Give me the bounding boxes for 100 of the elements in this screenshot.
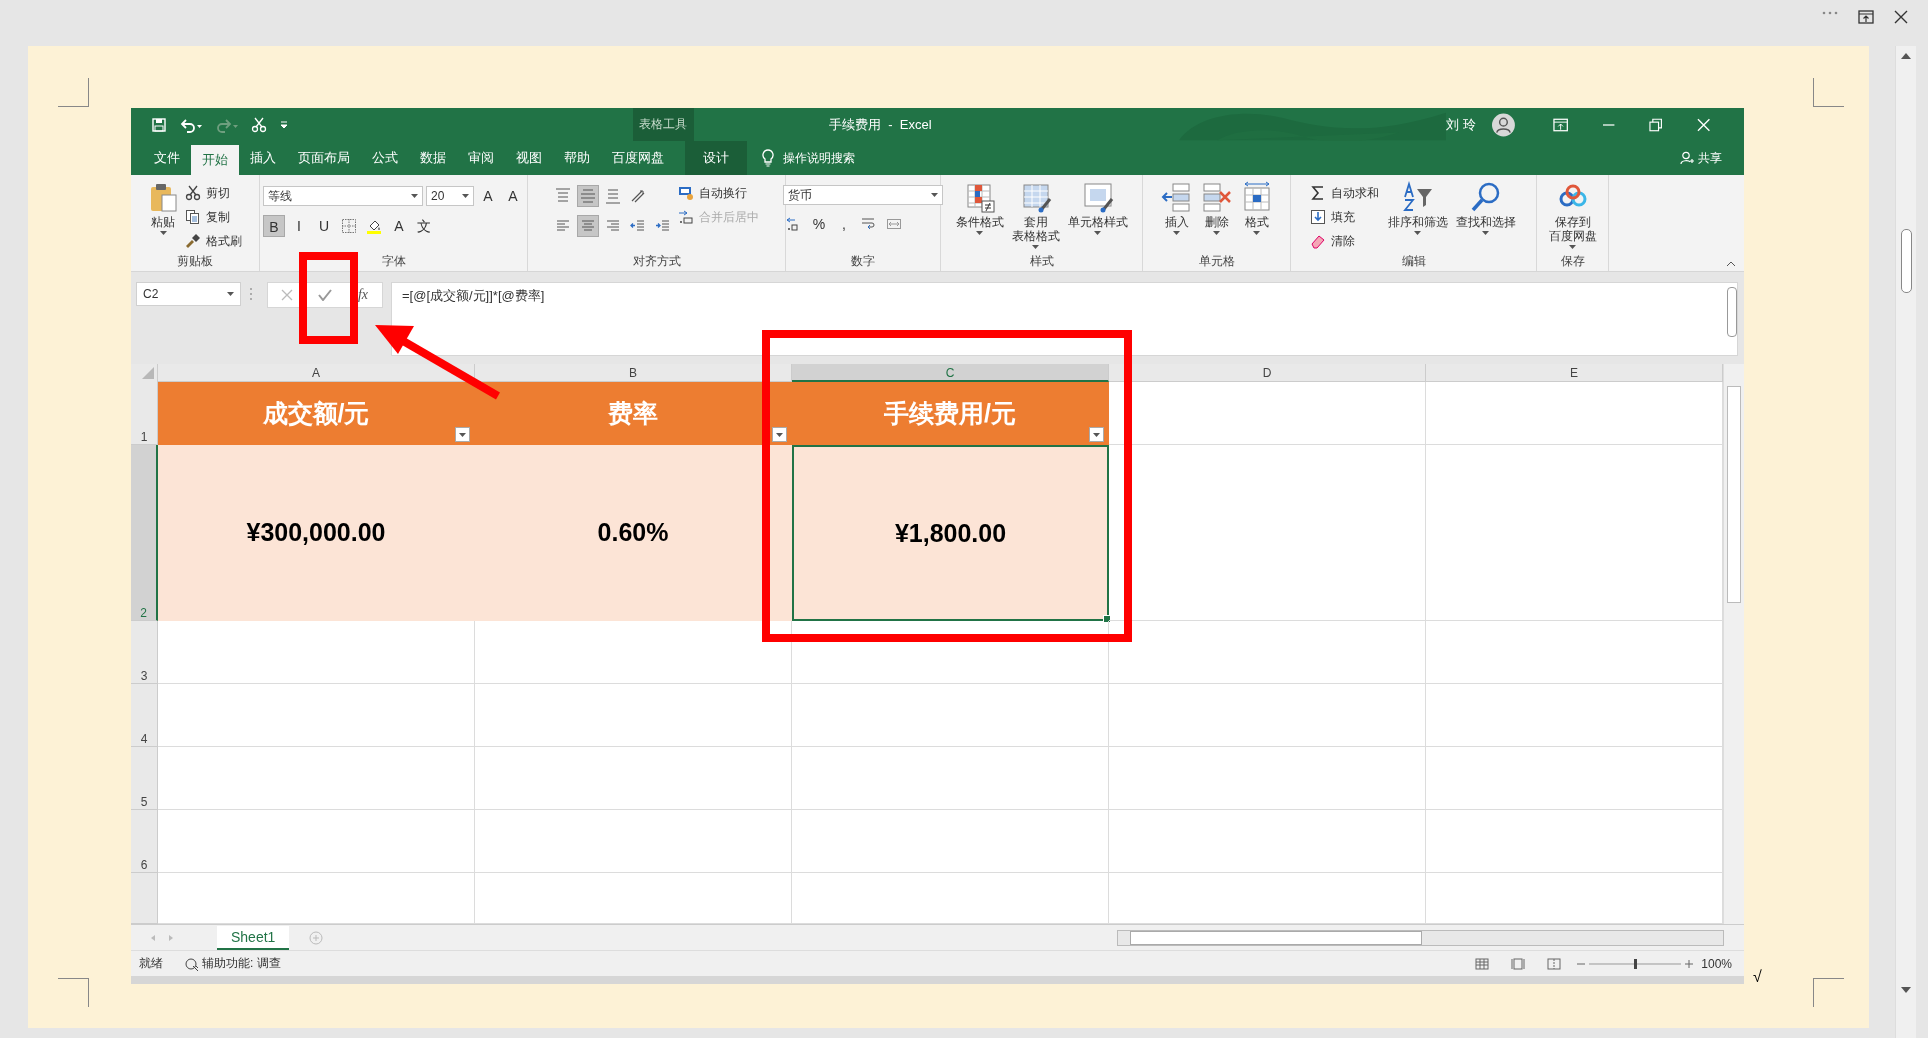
table-cell[interactable]: ¥1,800.00 [792, 445, 1109, 621]
scrollbar-thumb[interactable] [1727, 386, 1741, 603]
ribbon-button[interactable]: 查找和选择 [1453, 179, 1518, 253]
filter-button[interactable] [772, 427, 787, 442]
ribbon-tab[interactable]: 公式 [361, 141, 409, 175]
row-header[interactable]: 5 [131, 747, 158, 810]
table-cell[interactable] [1109, 445, 1426, 621]
ribbon-button[interactable]: 条件格式 [953, 179, 1006, 253]
scrollbar-thumb[interactable] [1900, 229, 1912, 293]
row-header[interactable]: 1 [131, 382, 158, 445]
table-cell[interactable] [792, 684, 1109, 747]
scrollbar[interactable] [1117, 929, 1724, 946]
ribbon-tab[interactable]: 文件 [143, 141, 191, 175]
slider-thumb[interactable] [1633, 958, 1637, 969]
ribbon-button[interactable]: 自动求和 [1309, 183, 1382, 203]
table-cell[interactable] [475, 747, 792, 810]
column-header[interactable]: C [792, 364, 1109, 382]
row-header[interactable]: 3 [131, 621, 158, 684]
save-icon[interactable] [151, 116, 167, 133]
table-cell[interactable] [1109, 621, 1426, 684]
normal-view-icon[interactable] [1475, 957, 1490, 970]
ribbon-button[interactable]: 粘贴 [145, 179, 181, 253]
scrollbar[interactable] [1727, 287, 1737, 337]
ribbon-tab[interactable]: 数据 [409, 141, 457, 175]
ribbon-tab[interactable]: 视图 [505, 141, 553, 175]
column-header[interactable]: E [1426, 364, 1723, 382]
table-cell[interactable] [158, 810, 475, 873]
ribbon-tab[interactable]: 插入 [239, 141, 287, 175]
ribbon-tab[interactable]: 帮助 [553, 141, 601, 175]
toolbar-button[interactable]: 文 [413, 215, 435, 237]
table-cell[interactable] [1109, 747, 1426, 810]
table-cell[interactable] [475, 810, 792, 873]
name-box[interactable]: C2 [136, 282, 241, 306]
fill-handle[interactable] [1103, 615, 1111, 623]
page-layout-icon[interactable] [1511, 957, 1526, 970]
toolbar-button[interactable]: % [808, 213, 830, 235]
ribbon-tab[interactable]: 设计 [685, 141, 747, 175]
zoom-slider[interactable] [1575, 956, 1696, 971]
ribbon-button[interactable]: 填充 [1309, 207, 1382, 227]
table-cell[interactable] [792, 747, 1109, 810]
ribbon-tab[interactable]: 开始 [191, 145, 239, 175]
ribbon-tab[interactable]: 百度网盘 [601, 141, 675, 175]
table-cell[interactable] [158, 747, 475, 810]
tell-me-search[interactable]: 操作说明搜索 [761, 141, 855, 175]
ribbon-button[interactable]: 插入 [1158, 179, 1195, 253]
ribbon-button[interactable]: 剪切 [185, 183, 245, 203]
ribbon-button[interactable]: 保存到 百度网盘 [1546, 179, 1599, 253]
undo-icon[interactable] [179, 116, 203, 133]
column-header[interactable]: D [1109, 364, 1426, 382]
ribbon-button[interactable]: 格式刷 [185, 231, 245, 251]
redo-icon[interactable] [215, 116, 239, 133]
share-button[interactable]: 共享 [1680, 141, 1722, 175]
table-cell[interactable] [1109, 810, 1426, 873]
close-icon[interactable] [1894, 10, 1908, 24]
avatar-icon[interactable] [1491, 112, 1515, 137]
ribbon-tab[interactable]: 页面布局 [287, 141, 361, 175]
toolbar-button[interactable]: U [313, 215, 335, 237]
row-header[interactable]: 2 [131, 445, 158, 621]
dropdown-field[interactable]: 货币 [783, 185, 943, 205]
accessibility-status[interactable]: 辅助功能: 调查 [185, 955, 281, 972]
ribbon-options-icon[interactable] [1552, 117, 1568, 132]
ribbon-button[interactable]: 删除 [1198, 179, 1235, 253]
select-all-icon[interactable] [142, 367, 154, 379]
table-cell[interactable] [158, 684, 475, 747]
table-cell[interactable]: ¥300,000.00 [158, 445, 475, 621]
toolbar-button[interactable]: B [263, 215, 285, 237]
row-header[interactable] [131, 873, 158, 924]
ribbon-button[interactable]: 套用 表格格式 [1009, 179, 1062, 253]
dropdown-field[interactable]: 20 [426, 186, 474, 206]
drag-handle-icon[interactable] [249, 287, 253, 301]
customize-icon[interactable] [279, 119, 289, 130]
ribbon-button[interactable]: 复制 [185, 207, 245, 227]
sheet-tab[interactable]: Sheet1 [217, 925, 290, 950]
restore-icon[interactable] [1649, 117, 1663, 132]
table-cell[interactable] [792, 621, 1109, 684]
ribbon-button[interactable]: 格式 [1238, 179, 1275, 253]
table-cell[interactable] [158, 621, 475, 684]
table-cell[interactable] [475, 684, 792, 747]
ribbon-button[interactable]: 自动换行 [677, 183, 762, 203]
ribbon-tab[interactable]: 审阅 [457, 141, 505, 175]
page-break-icon[interactable] [1547, 957, 1562, 970]
table-cell[interactable] [1109, 684, 1426, 747]
ribbon-button[interactable]: 清除 [1309, 231, 1382, 251]
filter-button[interactable] [455, 427, 470, 442]
add-sheet-icon[interactable] [309, 930, 324, 945]
table-cell[interactable] [1109, 382, 1426, 445]
scrollbar-thumb[interactable] [1130, 930, 1422, 945]
row-header[interactable]: 4 [131, 684, 158, 747]
zoom-level[interactable]: 100% [1701, 956, 1732, 971]
table-cell[interactable] [475, 621, 792, 684]
toolbar-button[interactable]: I [288, 215, 310, 237]
ribbon-button[interactable]: 单元格样式 [1065, 179, 1130, 253]
row-header[interactable]: 6 [131, 810, 158, 873]
toolbar-button[interactable]: A [502, 185, 524, 207]
toolbar-button[interactable]: , [833, 213, 855, 235]
table-cell[interactable]: 0.60% [475, 445, 792, 621]
dropdown-field[interactable]: 等线 [263, 186, 423, 206]
filter-button[interactable] [1089, 427, 1104, 442]
fullscreen-icon[interactable] [1858, 10, 1874, 24]
toolbar-button[interactable]: A [388, 215, 410, 237]
